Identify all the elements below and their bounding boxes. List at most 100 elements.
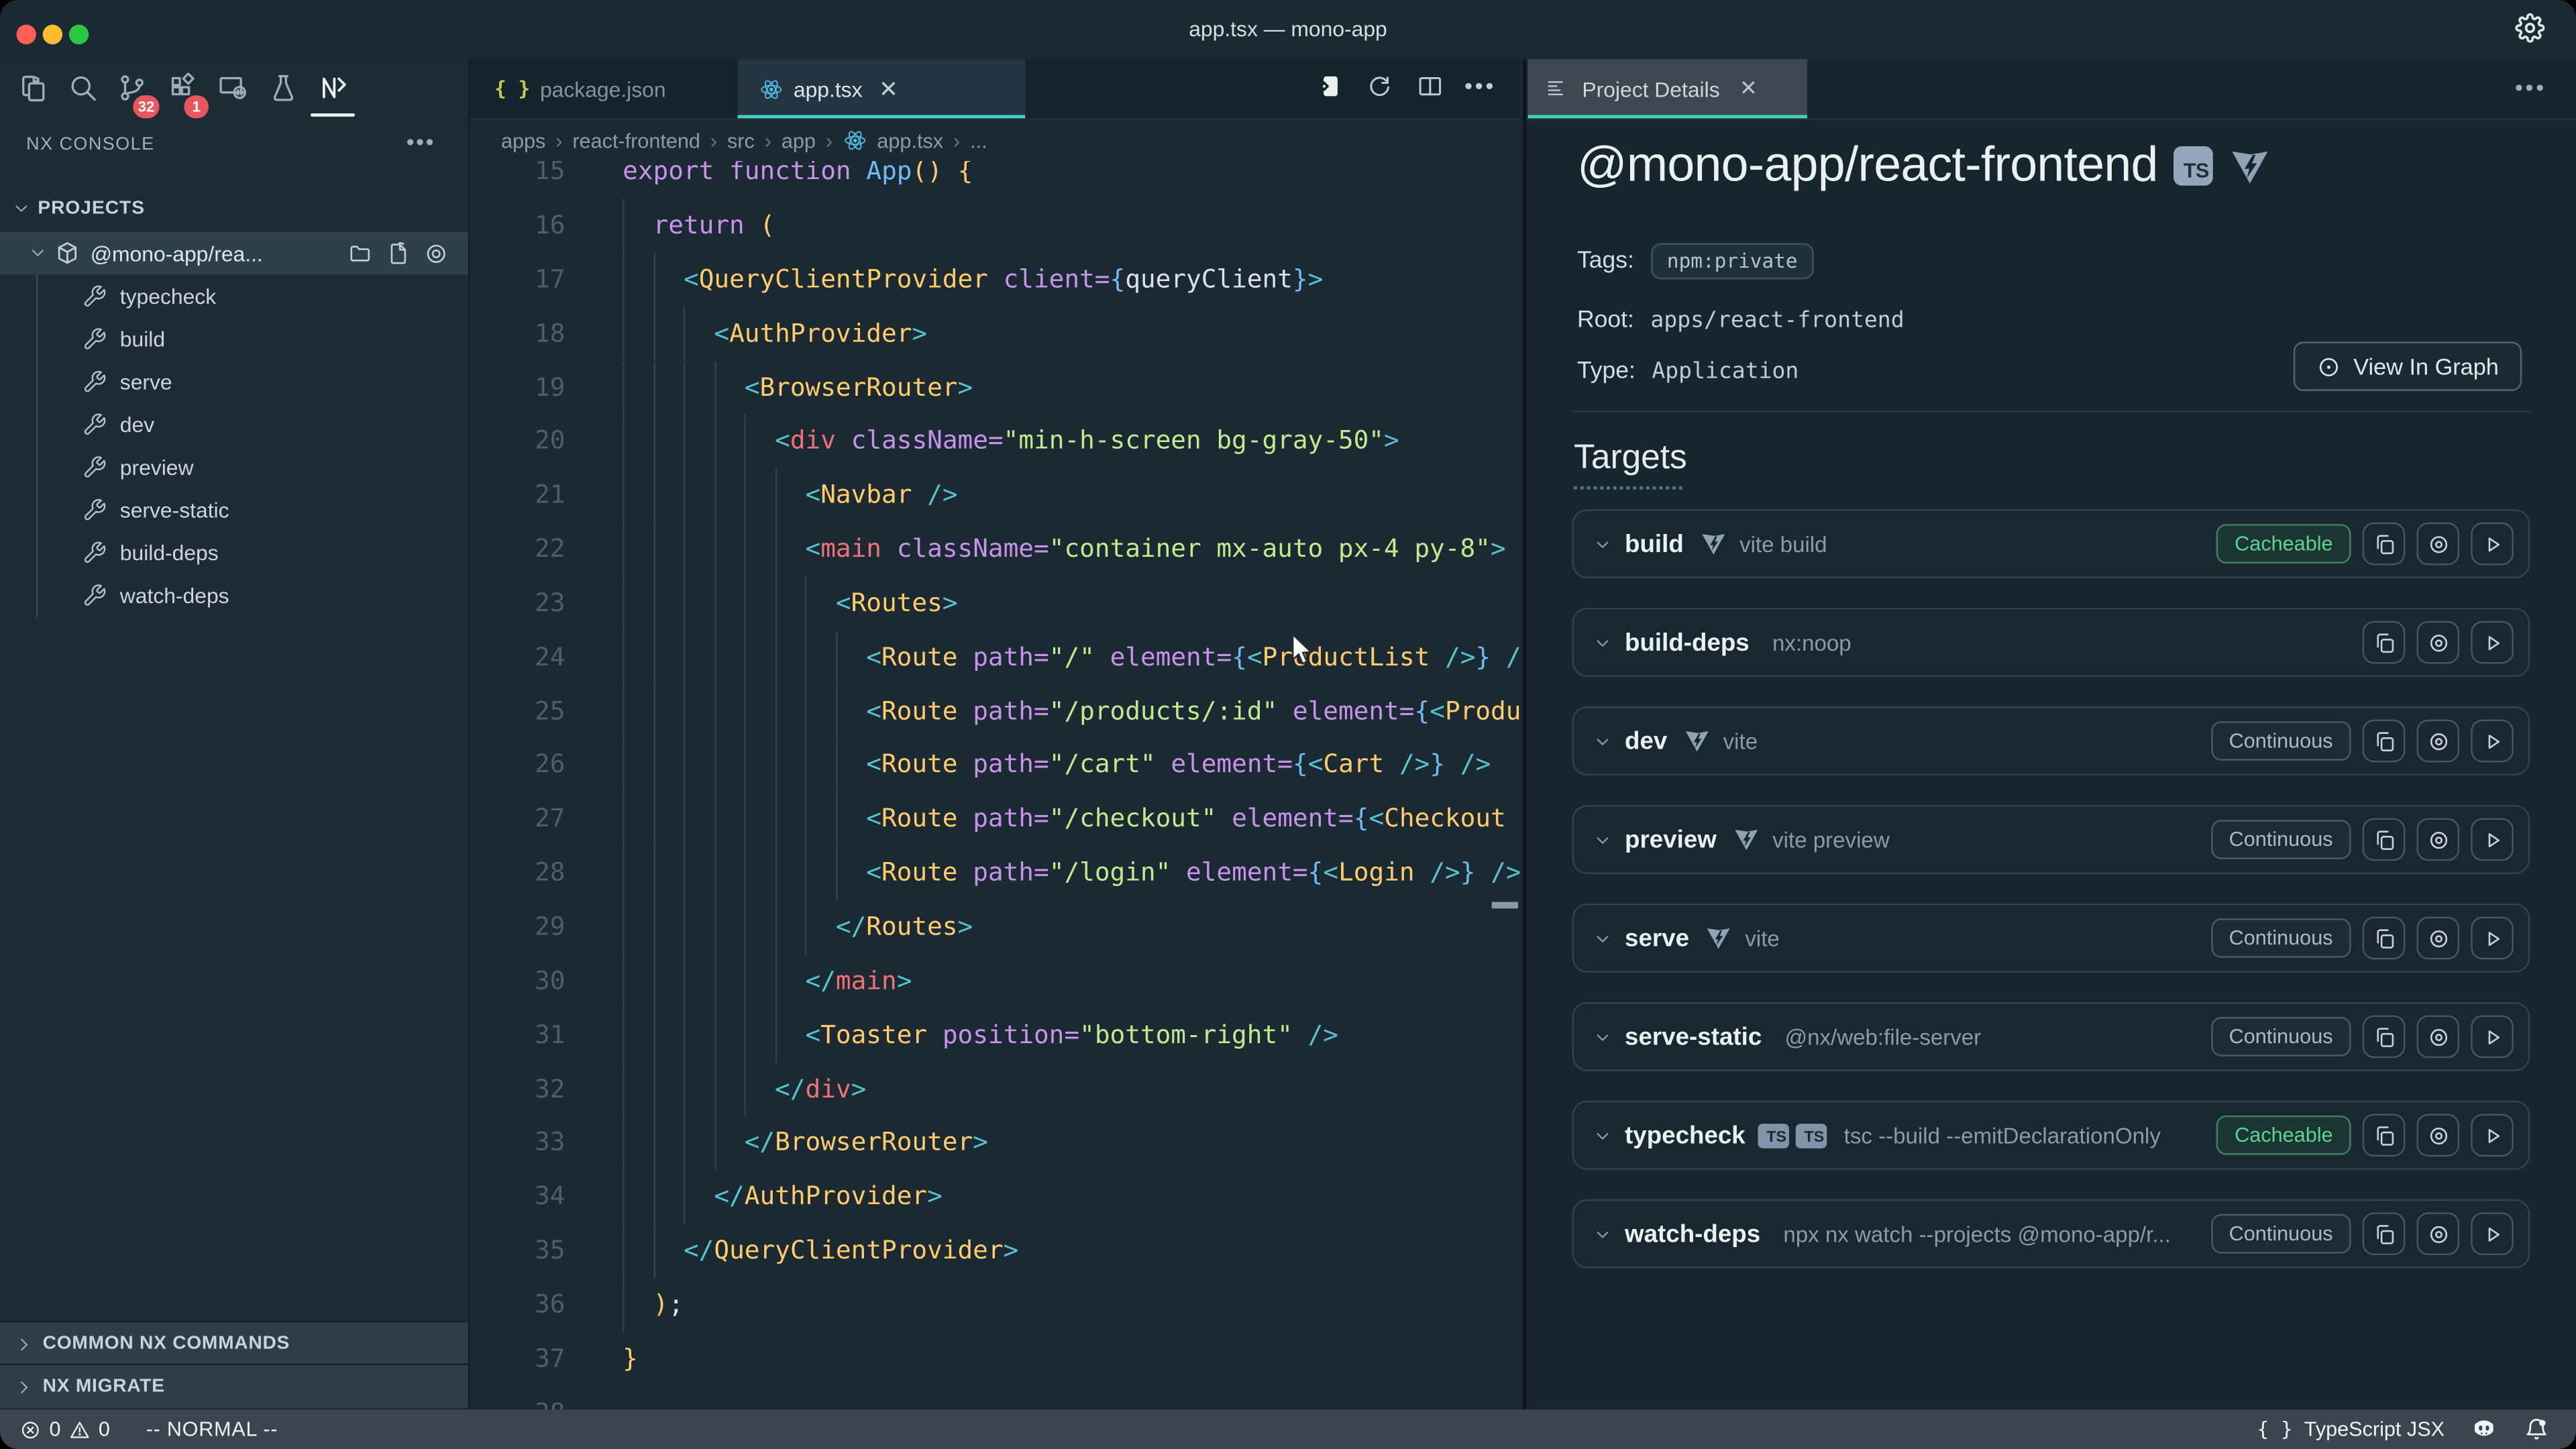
target-card-preview[interactable]: previewvite previewContinuous: [1572, 805, 2530, 874]
wrench-icon: [82, 497, 107, 522]
chevron-down-icon[interactable]: [1592, 533, 1613, 555]
type-row: Type: Application: [1577, 350, 1799, 393]
chevron-down-icon[interactable]: [1592, 1026, 1613, 1047]
inspect-icon[interactable]: [2416, 818, 2459, 861]
code-line-29: 29 </Routes>: [470, 900, 1519, 954]
breadcrumb-item[interactable]: app.tsx: [877, 129, 943, 152]
tab-project-details[interactable]: Project Details ✕: [1528, 59, 1807, 118]
tree-item-target-typecheck[interactable]: typecheck: [0, 274, 468, 317]
target-card-watch-deps[interactable]: watch-depsnpx nx watch --projects @mono-…: [1572, 1199, 2530, 1269]
target-card-serve[interactable]: serveviteContinuous: [1572, 904, 2530, 973]
target-name: preview: [1625, 826, 1717, 854]
search-icon[interactable]: [62, 67, 102, 107]
inspect-icon[interactable]: [2416, 720, 2459, 763]
chevron-down-icon[interactable]: [1592, 731, 1613, 752]
run-icon[interactable]: [2471, 818, 2514, 861]
target-card-build[interactable]: buildvite buildCacheable: [1572, 509, 2530, 578]
problems-status[interactable]: 0 0: [19, 1417, 109, 1440]
extensions-badge: 1: [184, 95, 209, 118]
sidebar-section-projects[interactable]: PROJECTS: [0, 187, 468, 230]
run-icon[interactable]: [2471, 621, 2514, 664]
tree-item-target-build-deps[interactable]: build-deps: [0, 531, 468, 574]
tree-item-project[interactable]: @mono-app/rea...: [0, 231, 468, 274]
target-icon[interactable]: [424, 241, 449, 266]
mouse-cursor: [1289, 633, 1314, 667]
target-label: build-deps: [120, 539, 219, 564]
target-name: dev: [1625, 727, 1667, 755]
target-command: tsc --build --emitDeclarationOnly: [1844, 1123, 2204, 1148]
copy-icon[interactable]: [2363, 1015, 2406, 1058]
target-label: serve-static: [120, 497, 229, 522]
code-line-18: 18 <AuthProvider>: [470, 307, 1519, 360]
code-line-33: 33 </BrowserRouter>: [470, 1116, 1519, 1170]
view-in-graph-button[interactable]: View In Graph: [2293, 341, 2522, 390]
sidebar-section-common-nx-commands[interactable]: COMMON NX COMMANDS: [0, 1321, 468, 1365]
tree-item-target-watch-deps[interactable]: watch-deps: [0, 574, 468, 616]
target-card-serve-static[interactable]: serve-static@nx/web:file-serverContinuou…: [1572, 1002, 2530, 1071]
nx-icon[interactable]: [314, 67, 354, 107]
tree-item-target-build[interactable]: build: [0, 317, 468, 360]
target-card-build-deps[interactable]: build-depsnx:noop: [1572, 608, 2530, 677]
code-line-36: 36 );: [470, 1278, 1519, 1332]
tree-item-target-preview[interactable]: preview: [0, 445, 468, 488]
chevron-down-icon[interactable]: [1592, 829, 1613, 851]
inspect-icon[interactable]: [2416, 523, 2459, 566]
folder-icon[interactable]: [348, 241, 373, 266]
breadcrumb-item[interactable]: app: [782, 129, 816, 152]
inspect-icon[interactable]: [2416, 1015, 2459, 1058]
copy-icon[interactable]: [2363, 720, 2406, 763]
code-editor[interactable]: 15export function App() {16 return (17 <…: [470, 59, 1519, 1409]
copy-icon[interactable]: [2363, 523, 2406, 566]
root-row: Root: apps/react-frontend: [1577, 299, 1904, 342]
copy-icon[interactable]: [2363, 917, 2406, 960]
copilot-icon[interactable]: [2471, 1416, 2497, 1442]
remote-monitor-icon[interactable]: [212, 67, 252, 107]
beaker-icon[interactable]: [263, 67, 303, 107]
target-card-typecheck[interactable]: typecheckTSTStsc --build --emitDeclarati…: [1572, 1101, 2530, 1170]
sidebar-more-icon[interactable]: •••: [407, 128, 435, 154]
copy-icon[interactable]: [2363, 1114, 2406, 1157]
chevron-down-icon[interactable]: [1592, 1124, 1613, 1146]
line-number: 29: [470, 900, 565, 954]
copy-icon[interactable]: [2363, 818, 2406, 861]
breadcrumb-separator: ›: [953, 128, 961, 153]
chevron-down-icon[interactable]: [1592, 632, 1613, 653]
panel-more-icon[interactable]: •••: [2515, 74, 2546, 100]
run-icon[interactable]: [2471, 720, 2514, 763]
wrench-icon: [82, 454, 107, 479]
overview-ruler-cursor-marker: [1492, 902, 1518, 908]
tree-item-target-serve-static[interactable]: serve-static: [0, 488, 468, 531]
code-line-31: 31 <Toaster position="bottom-right" />: [470, 1008, 1519, 1062]
line-number: 28: [470, 847, 565, 900]
breadcrumb-item[interactable]: react-frontend: [572, 129, 700, 152]
breadcrumb-item[interactable]: src: [727, 129, 755, 152]
run-icon[interactable]: [2471, 1212, 2514, 1255]
run-icon[interactable]: [2471, 523, 2514, 566]
line-number: 32: [470, 1062, 565, 1116]
breadcrumb[interactable]: apps›react-frontend›src›app›app.tsx›...: [470, 120, 1519, 161]
target-card-dev[interactable]: devviteContinuous: [1572, 706, 2530, 775]
files-icon[interactable]: [13, 67, 53, 107]
copy-icon[interactable]: [2363, 621, 2406, 664]
tree-item-target-dev[interactable]: dev: [0, 402, 468, 445]
close-panel-tab-icon[interactable]: ✕: [1739, 76, 1758, 102]
target-label: build: [120, 326, 165, 351]
language-mode[interactable]: { } TypeScript JSX: [2257, 1417, 2445, 1440]
breadcrumb-item[interactable]: apps: [501, 129, 545, 152]
code-line-25: 25 <Route path="/products/:id" element={…: [470, 684, 1519, 738]
run-icon[interactable]: [2471, 1015, 2514, 1058]
tree-item-target-serve[interactable]: serve: [0, 360, 468, 402]
inspect-icon[interactable]: [2416, 621, 2459, 664]
edit-config-icon[interactable]: [386, 241, 411, 266]
run-icon[interactable]: [2471, 917, 2514, 960]
run-icon[interactable]: [2471, 1114, 2514, 1157]
chevron-down-icon[interactable]: [1592, 1223, 1613, 1244]
inspect-icon[interactable]: [2416, 1212, 2459, 1255]
sidebar-section-nx-migrate[interactable]: NX MIGRATE: [0, 1364, 468, 1408]
inspect-icon[interactable]: [2416, 1114, 2459, 1157]
chevron-down-icon[interactable]: [1592, 927, 1613, 949]
bell-icon[interactable]: [2524, 1416, 2550, 1442]
inspect-icon[interactable]: [2416, 917, 2459, 960]
copy-icon[interactable]: [2363, 1212, 2406, 1255]
gear-icon[interactable]: [2515, 13, 2544, 43]
